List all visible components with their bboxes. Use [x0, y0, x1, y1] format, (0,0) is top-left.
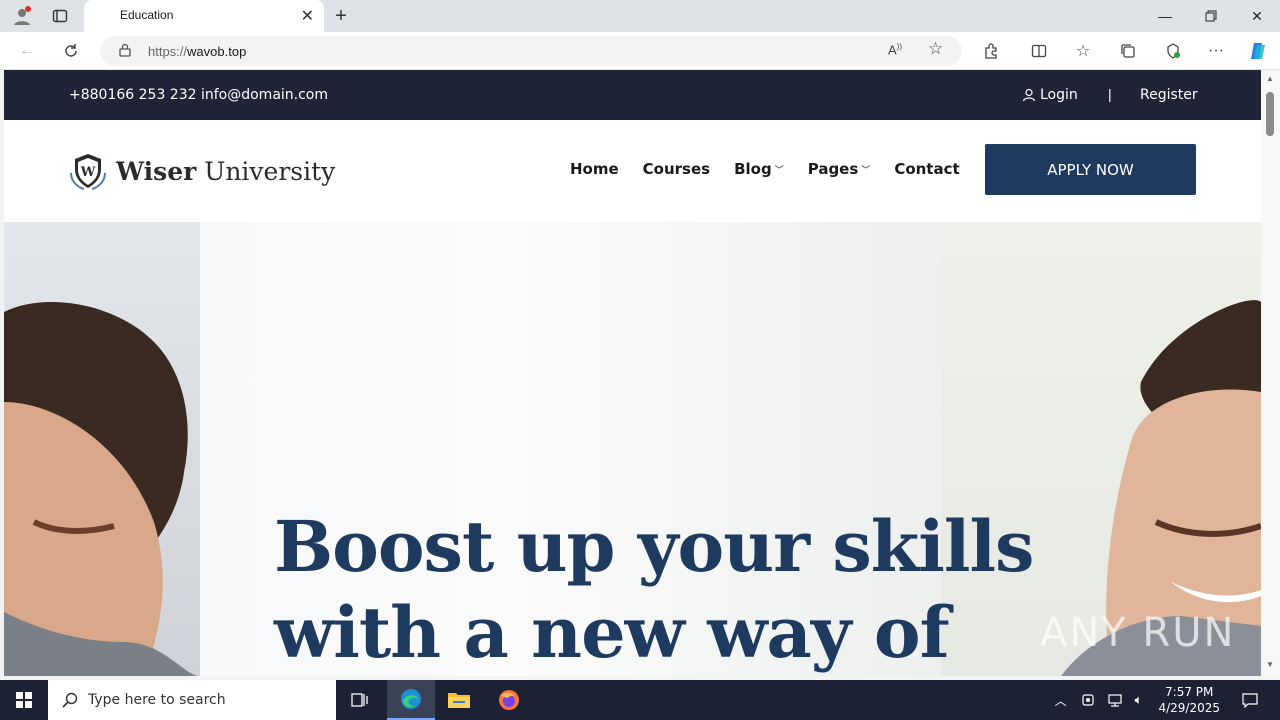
chevron-down-icon: ﹀ [861, 165, 871, 176]
volume-icon[interactable]: 🔈︎ [1135, 692, 1143, 708]
topbar-divider: | [1108, 86, 1112, 102]
browser-essentials-icon[interactable] [1160, 39, 1186, 63]
logo-text: Wiser University [116, 156, 336, 186]
url-text: https://wavob.top [148, 44, 247, 59]
nav-blog[interactable]: Blog ﹀ [734, 160, 784, 178]
copilot-icon[interactable] [1245, 39, 1271, 63]
nav-courses[interactable]: Courses [643, 160, 710, 178]
tab-education[interactable]: Education ✕ [84, 0, 324, 32]
browser-tab-bar: Education ✕ + — ✕ [0, 0, 1280, 32]
shield-crest-icon: W [70, 154, 106, 190]
profile-icon[interactable] [10, 4, 34, 28]
start-button[interactable] [0, 680, 48, 720]
more-menu-icon[interactable]: ··· [1203, 39, 1229, 63]
refresh-icon[interactable] [58, 39, 84, 63]
chevron-down-icon: ﹀ [774, 165, 784, 176]
hero-headline: Boost up your skills with a new way of [274, 504, 1034, 676]
nav-home[interactable]: Home [570, 160, 619, 178]
nav-pages[interactable]: Pages ﹀ [808, 160, 871, 178]
contact-info: +880166 253 232 info@domain.com [69, 87, 329, 103]
svg-text:W: W [80, 165, 96, 180]
collections-icon[interactable] [1115, 39, 1141, 63]
anyrun-watermark: ANY RUN [1040, 610, 1236, 656]
firefox-icon [499, 690, 519, 710]
scroll-up-icon[interactable]: ▲ [1266, 74, 1274, 83]
search-icon [62, 692, 78, 708]
close-tab-icon[interactable]: ✕ [301, 6, 314, 26]
lock-icon[interactable] [118, 43, 132, 62]
taskbar-file-explorer[interactable] [435, 680, 483, 720]
register-link[interactable]: Register [1140, 87, 1198, 103]
split-screen-icon[interactable] [1026, 39, 1052, 63]
nav-pages-label: Pages [807, 160, 859, 178]
hero-image-left [4, 222, 200, 676]
nav-contact-label: Contact [894, 160, 960, 178]
taskbar-edge[interactable] [387, 680, 435, 720]
meet-now-icon[interactable] [1081, 693, 1095, 707]
windows-logo-icon [16, 692, 32, 708]
notifications-icon[interactable] [1242, 692, 1258, 708]
read-aloud-icon[interactable]: A)) [888, 42, 902, 57]
nav-contact[interactable]: Contact [894, 160, 959, 178]
favorites-icon[interactable]: ☆ [1070, 39, 1096, 63]
minimize-icon[interactable]: — [1142, 0, 1188, 32]
folder-icon [448, 693, 470, 708]
url-field[interactable]: https://wavob.top A)) ☆ [100, 36, 962, 66]
taskbar-clock[interactable]: 7:57 PM 4/29/2025 [1158, 684, 1220, 716]
hero-banner: Boost up your skills with a new way of [4, 222, 1261, 676]
restore-icon[interactable] [1188, 0, 1234, 32]
close-window-icon[interactable]: ✕ [1234, 0, 1280, 32]
tab-title: Education [120, 8, 174, 22]
user-icon [1022, 88, 1036, 102]
new-tab-icon[interactable]: + [329, 4, 353, 28]
scroll-down-icon[interactable]: ▼ [1266, 660, 1274, 669]
hero-headline-line-2: with a new way of [274, 591, 950, 674]
address-bar-row: ← https://wavob.top A)) ☆ ☆ ··· [0, 32, 1280, 70]
web-page: +880166 253 232 info@domain.com Login | … [4, 70, 1261, 676]
login-link[interactable]: Login [1022, 87, 1078, 103]
top-info-bar: +880166 253 232 info@domain.com Login | … [4, 70, 1261, 120]
network-icon[interactable] [1107, 693, 1123, 707]
apply-now-button[interactable]: APPLY NOW [985, 144, 1196, 195]
nav-courses-label: Courses [642, 160, 711, 178]
scroll-thumb[interactable] [1266, 92, 1274, 136]
task-view-button[interactable] [336, 680, 384, 720]
site-logo[interactable]: W Wiser University [68, 151, 335, 191]
hero-headline-line-1: Boost up your skills [274, 505, 1034, 588]
clock-date: 4/29/2025 [1158, 701, 1220, 715]
search-placeholder: Type here to search [88, 692, 226, 708]
windows-taskbar: Type here to search ︿ 🔈︎ 7:57 PM 4/29/20… [0, 680, 1280, 720]
taskbar-firefox[interactable] [485, 680, 533, 720]
show-hidden-icons[interactable]: ︿ [1055, 692, 1067, 709]
nav-home-label: Home [570, 160, 619, 178]
task-view-icon [351, 693, 368, 707]
extensions-icon[interactable] [978, 39, 1004, 63]
tab-actions-icon[interactable] [48, 4, 72, 28]
edge-icon [401, 689, 421, 709]
taskbar-search-input[interactable]: Type here to search [48, 680, 336, 720]
page-scrollbar[interactable]: ▲ ▼ [1261, 70, 1280, 676]
back-icon[interactable]: ← [14, 39, 40, 63]
login-label: Login [1040, 87, 1078, 103]
nav-blog-label: Blog [734, 160, 772, 178]
system-tray: ︿ 🔈︎ 7:57 PM 4/29/2025 [1047, 680, 1280, 720]
clock-time: 7:57 PM [1165, 685, 1214, 699]
nav-menu: Home Courses Blog ﹀ Pages ﹀ Contact [570, 160, 984, 178]
favorite-star-icon[interactable]: ☆ [928, 39, 943, 59]
main-navigation: W Wiser University Home Courses Blog ﹀ Pa… [4, 120, 1261, 222]
